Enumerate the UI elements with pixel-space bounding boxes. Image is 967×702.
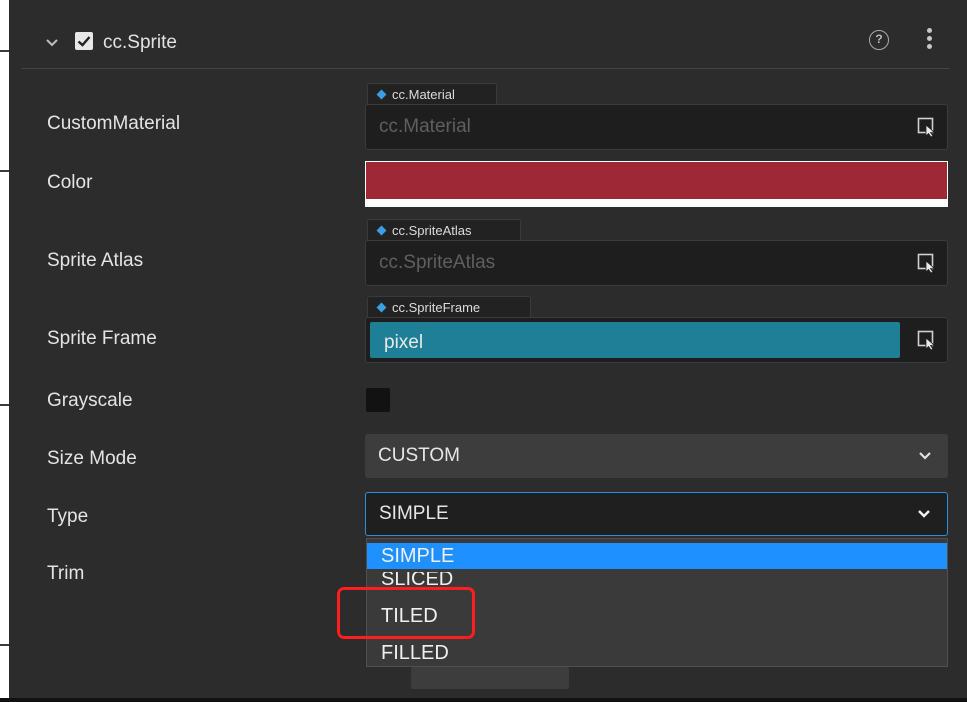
custom-material-label: CustomMaterial bbox=[47, 113, 181, 134]
sprite-atlas-field[interactable]: cc.SpriteAtlas bbox=[365, 240, 948, 286]
checkmark-icon bbox=[77, 36, 91, 47]
sprite-frame-value: pixel bbox=[384, 332, 424, 353]
component-header[interactable]: cc.Sprite ? bbox=[31, 16, 967, 68]
sprite-atlas-type-tag: cc.SpriteAtlas bbox=[367, 219, 521, 241]
size-mode-label: Size Mode bbox=[47, 448, 137, 469]
asset-diamond-icon bbox=[376, 89, 387, 100]
kebab-menu-icon[interactable] bbox=[927, 28, 933, 52]
strip-tick bbox=[0, 644, 9, 646]
custom-material-placeholder: cc.Material bbox=[379, 116, 471, 137]
chevron-down-icon bbox=[918, 510, 930, 518]
bottom-border bbox=[0, 698, 967, 702]
asset-picker-icon[interactable] bbox=[917, 330, 937, 350]
sprite-frame-value-fill: pixel bbox=[370, 322, 900, 358]
strip-tick bbox=[0, 404, 9, 406]
color-picker-field[interactable] bbox=[365, 161, 948, 207]
header-divider bbox=[22, 68, 950, 69]
strip-tick bbox=[0, 170, 9, 172]
color-label: Color bbox=[47, 172, 93, 193]
type-select[interactable]: SIMPLE bbox=[365, 492, 948, 536]
asset-picker-icon[interactable] bbox=[917, 117, 937, 137]
custom-material-type-tag: cc.Material bbox=[367, 83, 497, 105]
annotation-highlight-box bbox=[337, 587, 475, 639]
strip-tick bbox=[0, 50, 9, 52]
custom-material-field[interactable]: cc.Material bbox=[365, 104, 948, 150]
asset-diamond-icon bbox=[376, 302, 387, 313]
component-title: cc.Sprite bbox=[103, 32, 177, 53]
type-option-simple[interactable]: SIMPLE bbox=[367, 543, 947, 569]
grayscale-label: Grayscale bbox=[47, 390, 133, 411]
size-mode-value: CUSTOM bbox=[378, 445, 460, 466]
help-icon[interactable]: ? bbox=[869, 30, 889, 50]
sprite-frame-label: Sprite Frame bbox=[47, 328, 157, 349]
collapse-chevron-icon[interactable] bbox=[45, 36, 59, 50]
trim-label: Trim bbox=[47, 563, 85, 584]
left-edge-strip bbox=[0, 0, 9, 702]
grayscale-checkbox[interactable] bbox=[366, 388, 390, 412]
sprite-frame-type-tag: cc.SpriteFrame bbox=[367, 296, 531, 318]
asset-picker-icon[interactable] bbox=[917, 253, 937, 273]
asset-diamond-icon bbox=[376, 225, 387, 236]
chevron-down-icon bbox=[919, 452, 931, 460]
size-mode-select[interactable]: CUSTOM bbox=[365, 434, 948, 478]
sprite-frame-field[interactable]: pixel bbox=[365, 317, 948, 363]
sprite-atlas-label: Sprite Atlas bbox=[47, 250, 144, 271]
bottom-action-button[interactable] bbox=[411, 667, 569, 689]
type-option-filled[interactable]: FILLED bbox=[367, 640, 947, 662]
type-value: SIMPLE bbox=[379, 503, 449, 524]
type-label: Type bbox=[47, 506, 89, 527]
sprite-atlas-placeholder: cc.SpriteAtlas bbox=[379, 252, 496, 273]
color-swatch bbox=[366, 162, 947, 199]
component-enabled-checkbox[interactable] bbox=[75, 32, 93, 50]
